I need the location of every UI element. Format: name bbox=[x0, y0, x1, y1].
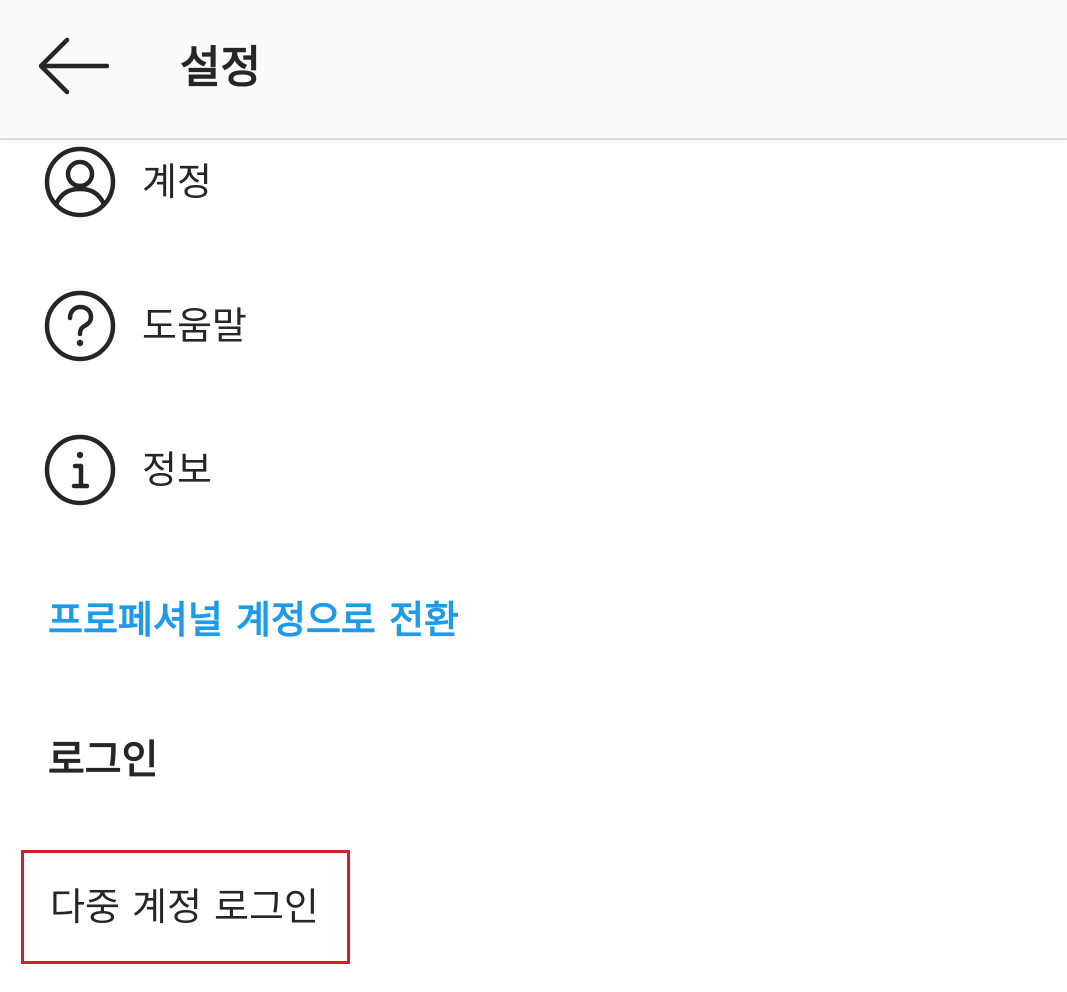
settings-item-account[interactable]: 계정 bbox=[40, 137, 640, 227]
settings-item-about[interactable]: 정보 bbox=[40, 425, 640, 515]
login-section-heading: 로그인 bbox=[48, 737, 159, 783]
settings-item-label: 계정 bbox=[142, 160, 212, 204]
switch-to-professional-link[interactable]: 프로페셔널 계정으로 전환 bbox=[48, 592, 459, 648]
back-button[interactable] bbox=[30, 30, 112, 102]
top-app-bar: 설정 bbox=[0, 0, 1067, 140]
info-circle-icon bbox=[40, 430, 120, 510]
page-title: 설정 bbox=[180, 42, 261, 93]
multi-account-login-button[interactable]: 다중 계정 로그인 bbox=[21, 850, 350, 964]
user-circle-icon bbox=[40, 142, 120, 222]
settings-item-label: 정보 bbox=[142, 448, 212, 492]
settings-item-help[interactable]: 도움말 bbox=[40, 281, 640, 371]
arrow-left-icon bbox=[38, 37, 109, 95]
multi-account-login-label: 다중 계정 로그인 bbox=[50, 885, 319, 929]
settings-item-label: 도움말 bbox=[142, 304, 247, 348]
question-circle-icon bbox=[40, 286, 120, 366]
